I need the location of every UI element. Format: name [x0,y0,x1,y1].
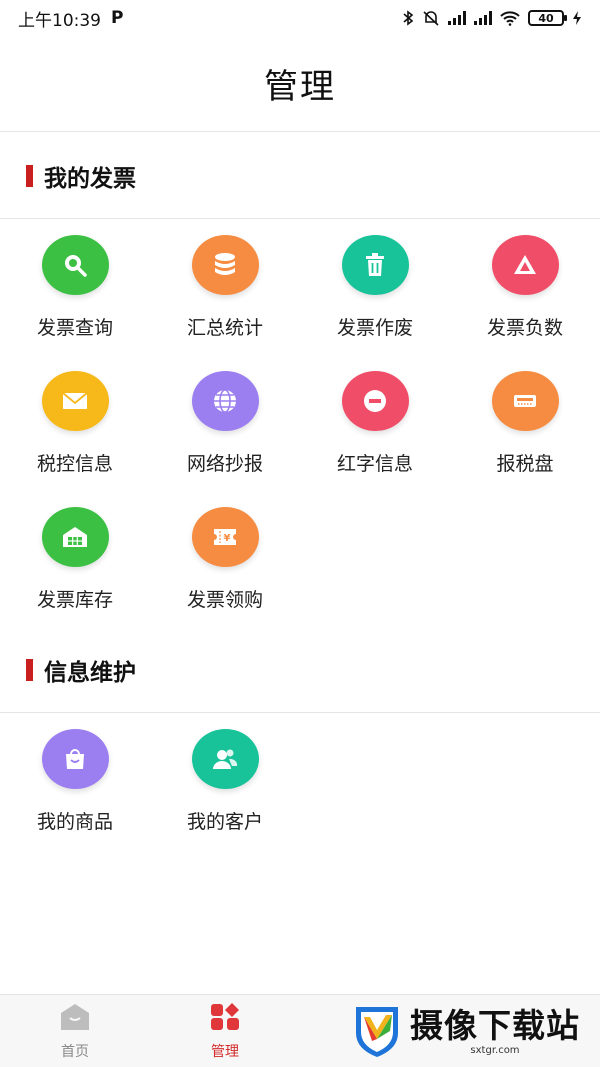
status-time: 上午10:39 [18,10,101,31]
home-icon [58,1001,92,1037]
grid-item-red-letter-info[interactable]: 红字信息 [300,355,450,491]
grid-item-invoice-query[interactable]: 发票查询 [0,219,150,355]
maintenance-grid: 我的商品 我的客户 [0,713,600,849]
grid-item-tax-disk[interactable]: 报税盘 [450,355,600,491]
watermark-logo-icon [352,1001,402,1063]
status-right: 40 [402,10,582,26]
svg-text:¥: ¥ [224,533,231,544]
nav-label: 管理 [211,1044,239,1060]
database-icon [191,235,259,295]
grid-icon [208,1001,242,1037]
grid-item-label: 发票领购 [186,589,263,611]
grid-item-label: 发票作废 [336,317,413,339]
status-left: 上午10:39 P [18,6,123,31]
hd-signal-icon [448,11,466,25]
grid-item-my-customers[interactable]: 我的客户 [150,713,300,849]
grid-item-invoice-negative[interactable]: 发票负数 [450,219,600,355]
section-title: 信息维护 [44,659,136,686]
watermark-title: 摄像下载站 [410,1006,580,1045]
grid-item-label: 发票库存 [36,589,113,611]
disk-icon [491,371,559,431]
wifi-icon [500,10,520,26]
grid-item-my-products[interactable]: 我的商品 [0,713,150,849]
grid-item-label: 我的商品 [36,811,113,833]
grid-item-label: 我的客户 [186,811,263,833]
grid-item-invoice-void[interactable]: 发票作废 [300,219,450,355]
section-title: 我的发票 [44,165,136,192]
triangle-icon [491,235,559,295]
grid-item-tax-control-info[interactable]: 税控信息 [0,355,150,491]
shopping-bag-icon [41,729,109,789]
nav-item-home[interactable]: 首页 [0,995,150,1067]
watermark-text: 摄像下载站 sxtgr.com [410,1007,580,1057]
grid-item-label: 发票负数 [486,317,563,339]
trash-icon [341,235,409,295]
battery-icon: 40 [528,10,567,26]
mute-bell-icon [422,10,440,26]
warehouse-icon [41,507,109,567]
users-icon [191,729,259,789]
nav-label: 首页 [61,1044,89,1060]
globe-icon [191,371,259,431]
signal-icon [474,11,492,25]
page-title: 管理 [264,67,336,107]
grid-item-label: 报税盘 [496,453,554,475]
grid-item-label: 汇总统计 [186,317,263,339]
watermark-subtitle: sxtgr.com [470,1045,520,1056]
grid-item-invoice-purchase[interactable]: ¥ 发票领购 [150,491,300,627]
bluetooth-icon [402,10,414,26]
search-icon [41,235,109,295]
grid-item-label: 发票查询 [36,317,113,339]
mail-icon [41,371,109,431]
watermark: 摄像下载站 sxtgr.com [352,1000,598,1064]
section-marker [26,658,33,681]
minus-circle-icon [341,371,409,431]
section-header-my-invoices: 我的发票 [0,133,600,219]
status-bar: 上午10:39 P 40 [0,0,600,36]
invoice-grid: 发票查询 汇总统计 发票作废 发票负数 税控信息 网络抄报 红字信息 报税盘 发… [0,219,600,627]
grid-item-network-report[interactable]: 网络抄报 [150,355,300,491]
grid-item-invoice-inventory[interactable]: 发票库存 [0,491,150,627]
section-header-info-maintenance: 信息维护 [0,627,600,713]
grid-item-label: 红字信息 [336,453,413,475]
charging-icon [572,10,582,26]
grid-item-label: 网络抄报 [186,453,263,475]
grid-item-summary-stats[interactable]: 汇总统计 [150,219,300,355]
parking-icon: P [111,8,124,28]
grid-item-label: 税控信息 [36,453,113,475]
page-header: 管理 [0,36,600,132]
nav-item-manage[interactable]: 管理 [150,995,300,1067]
section-marker [26,164,33,187]
ticket-icon: ¥ [191,507,259,567]
